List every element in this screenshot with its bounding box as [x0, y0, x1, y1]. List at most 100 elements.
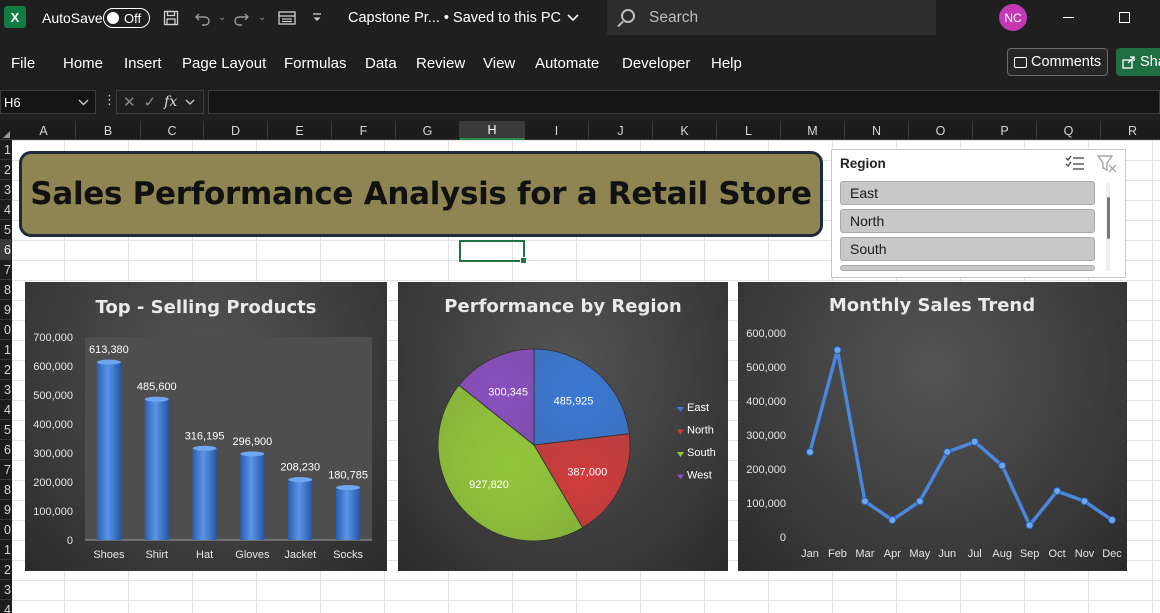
data-point — [998, 461, 1007, 470]
row-header[interactable]: 3 — [0, 180, 11, 200]
insert-function-button[interactable]: fx — [164, 94, 177, 110]
search-box[interactable]: Search — [607, 0, 936, 35]
column-header-f[interactable]: F — [332, 121, 396, 140]
performance-by-region-chart[interactable]: Performance by Region 485,925 387,000 927,8… — [398, 282, 728, 571]
row-header[interactable]: 7 — [0, 460, 11, 480]
column-header-a[interactable]: A — [12, 121, 76, 140]
data-point — [860, 497, 869, 506]
select-all-button[interactable] — [0, 121, 12, 140]
column-header-i[interactable]: I — [525, 121, 589, 140]
row-header[interactable]: 8 — [0, 480, 11, 500]
maximize-button[interactable] — [1101, 0, 1147, 35]
ribbon-tabs: File Home Insert Page Layout Formulas Da… — [0, 35, 1160, 88]
slicer-scrollbar-thumb[interactable] — [1107, 197, 1110, 239]
formula-input[interactable] — [208, 90, 1160, 114]
row-header[interactable]: 1 — [0, 140, 11, 160]
redo-dropdown-icon[interactable]: ⌄ — [258, 0, 266, 35]
clear-filter-icon[interactable] — [1097, 155, 1117, 173]
column-header-n[interactable]: N — [845, 121, 909, 140]
row-header[interactable]: 9 — [0, 500, 11, 520]
tab-help[interactable]: Help — [711, 55, 742, 72]
row-header[interactable]: 1 — [0, 540, 11, 560]
data-point — [888, 516, 897, 524]
top-selling-products-chart[interactable]: Top - Selling Products 0 100,000 200,000 300… — [25, 282, 387, 571]
row-header[interactable]: 5 — [0, 220, 11, 240]
undo-dropdown-icon[interactable]: ⌄ — [218, 0, 226, 35]
row-header[interactable]: 4 — [0, 400, 11, 420]
selected-cell[interactable] — [459, 240, 527, 264]
share-button[interactable]: Sha — [1116, 48, 1160, 76]
row-header[interactable]: 6 — [0, 440, 11, 460]
column-header-d[interactable]: D — [204, 121, 268, 140]
column-header-e[interactable]: E — [268, 121, 332, 140]
save-icon[interactable] — [163, 0, 179, 35]
slicer-item-north[interactable]: North — [840, 209, 1095, 233]
redo-icon[interactable] — [232, 0, 250, 35]
data-point — [915, 497, 924, 506]
column-header-b[interactable]: B — [76, 121, 141, 140]
multiselect-icon[interactable] — [1065, 155, 1085, 171]
column-header-g[interactable]: G — [396, 121, 460, 140]
column-header-l[interactable]: L — [717, 121, 781, 140]
x-tick-label: Jan — [801, 548, 819, 560]
column-header-q[interactable]: Q — [1037, 121, 1101, 140]
name-box[interactable]: H6 — [0, 90, 96, 114]
row-header[interactable]: 8 — [0, 280, 11, 300]
row-header[interactable]: 7 — [0, 260, 11, 280]
column-header-h[interactable]: H — [460, 121, 525, 140]
row-header[interactable]: 1 — [0, 340, 11, 360]
tab-file[interactable]: File — [11, 55, 35, 72]
row-header[interactable]: 5 — [0, 420, 11, 440]
customize-toolbar-icon[interactable] — [311, 0, 323, 35]
column-header-k[interactable]: K — [653, 121, 717, 140]
row-header[interactable]: 9 — [0, 300, 11, 320]
document-title[interactable]: Capstone Pr... • Saved to this PC — [348, 0, 579, 35]
row-header[interactable]: 0 — [0, 520, 11, 540]
slicer-item-partial[interactable] — [840, 265, 1095, 271]
row-header[interactable]: 4 — [0, 600, 11, 613]
column-header-j[interactable]: J — [589, 121, 653, 140]
comments-button[interactable]: Comments — [1007, 48, 1108, 76]
row-header[interactable]: 3 — [0, 580, 11, 600]
tab-data[interactable]: Data — [365, 55, 397, 72]
row-header[interactable]: 6 — [0, 240, 11, 260]
x-tick-label: Jacket — [284, 549, 316, 561]
undo-icon[interactable] — [194, 0, 212, 35]
row-header[interactable]: 2 — [0, 360, 11, 380]
tab-formulas[interactable]: Formulas — [284, 55, 347, 72]
autosave-toggle[interactable]: Off — [103, 8, 150, 28]
tab-review[interactable]: Review — [416, 55, 465, 72]
bar-chart-svg: Top - Selling Products 0 100,000 200,000 300… — [33, 297, 372, 561]
more-options-icon[interactable]: ⋮ — [103, 92, 116, 108]
column-header-r[interactable]: R — [1101, 121, 1160, 140]
row-header[interactable]: 4 — [0, 200, 11, 220]
enter-icon[interactable]: ✓ — [144, 93, 157, 111]
tab-view[interactable]: View — [483, 55, 515, 72]
row-header[interactable]: 2 — [0, 560, 11, 580]
tab-developer[interactable]: Developer — [622, 55, 690, 72]
cancel-icon[interactable]: ✕ — [123, 93, 136, 111]
slicer-item-south[interactable]: South — [840, 237, 1095, 261]
minimize-button[interactable] — [1045, 0, 1091, 35]
tab-automate[interactable]: Automate — [535, 55, 599, 72]
form-view-icon[interactable] — [278, 0, 296, 35]
tab-page-layout[interactable]: Page Layout — [182, 55, 266, 72]
row-header[interactable]: 0 — [0, 320, 11, 340]
slicer-item-east[interactable]: East — [840, 181, 1095, 205]
region-slicer[interactable]: Region East North South — [831, 149, 1126, 278]
function-dropdown-icon[interactable] — [185, 99, 195, 105]
monthly-sales-trend-chart[interactable]: Monthly Sales Trend 0 100,000 200,000 300,00… — [738, 282, 1127, 571]
user-avatar[interactable]: NC — [999, 4, 1027, 31]
tab-insert[interactable]: Insert — [124, 55, 162, 72]
column-header-c[interactable]: C — [141, 121, 204, 140]
slicer-header: Region — [840, 156, 886, 171]
column-header-o[interactable]: O — [909, 121, 973, 140]
column-header-p[interactable]: P — [973, 121, 1037, 140]
tab-home[interactable]: Home — [63, 55, 103, 72]
legend-label: South — [687, 447, 716, 459]
bar — [288, 479, 313, 540]
row-header[interactable]: 2 — [0, 160, 11, 180]
dashboard-title-banner[interactable]: Sales Performance Analysis for a Retail … — [19, 151, 823, 237]
column-header-m[interactable]: M — [781, 121, 845, 140]
row-header[interactable]: 3 — [0, 380, 11, 400]
